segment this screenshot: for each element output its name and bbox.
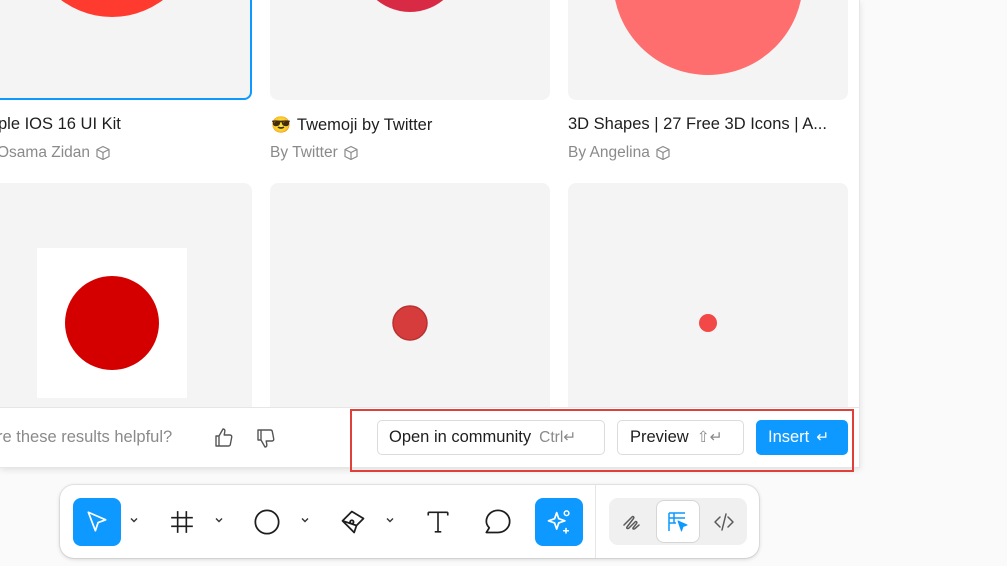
card-title[interactable]: ple IOS 16 UI Kit [0, 115, 121, 134]
dev-mode-button[interactable] [703, 501, 745, 542]
design-mode-button[interactable] [657, 501, 699, 542]
move-tool-button[interactable] [73, 498, 121, 546]
sunglasses-emoji-icon: 😎 [271, 117, 291, 134]
search-results-panel: ple IOS 16 UI Kit Osama Zidan 😎 Twemoji … [0, 0, 860, 468]
pen-icon [341, 510, 365, 534]
pen-tool-button[interactable] [329, 498, 377, 546]
card-thumbnail[interactable] [270, 0, 550, 100]
plugin-cube-icon [656, 145, 670, 161]
card-author[interactable]: Osama Zidan [0, 144, 111, 162]
card-thumbnail[interactable] [568, 0, 848, 100]
dev-mode-icon [714, 512, 734, 531]
chevron-down-icon[interactable] [300, 515, 310, 525]
plugin-cube-icon [344, 145, 358, 161]
highlight-annotation [350, 409, 854, 472]
author-name: Osama Zidan [0, 144, 91, 161]
circle-preview [699, 314, 717, 332]
design-mode-icon [668, 511, 688, 531]
comment-icon [485, 509, 511, 534]
circle-preview [61, 0, 163, 17]
comment-tool-button[interactable] [474, 498, 522, 546]
result-card-red-circle-medium[interactable] [270, 183, 550, 423]
draw-mode-icon [623, 515, 640, 530]
circle-preview [615, 0, 801, 75]
card-title[interactable]: 😎 Twemoji by Twitter [271, 115, 432, 135]
text-icon [427, 511, 449, 533]
image-preview [37, 248, 187, 398]
thumbs-down-icon[interactable] [254, 426, 278, 450]
ai-tool-button[interactable] [535, 498, 583, 546]
card-title[interactable]: 3D Shapes | 27 Free 3D Icons | A... [568, 115, 827, 134]
card-thumbnail[interactable] [0, 0, 252, 100]
chevron-down-icon[interactable] [385, 515, 395, 525]
mode-switcher [609, 498, 747, 545]
chevron-down-icon[interactable] [214, 515, 224, 525]
toolbar-divider [595, 485, 596, 558]
move-icon [87, 511, 107, 532]
plugin-cube-icon [96, 145, 110, 161]
circle-preview [392, 305, 428, 341]
result-card-red-circle-large[interactable] [0, 183, 252, 423]
result-card-red-circle-small[interactable] [568, 183, 848, 423]
thumbs-up-icon[interactable] [212, 426, 236, 450]
feedback-prompt: re these results helpful? [0, 428, 173, 446]
card-author[interactable]: By Twitter [270, 144, 359, 162]
chevron-down-icon[interactable] [129, 515, 139, 525]
author-name: By Twitter [270, 144, 338, 161]
circle-preview [65, 276, 159, 370]
ai-sparkle-icon [547, 510, 570, 534]
frame-icon [171, 511, 193, 533]
author-name: By Angelina [568, 144, 650, 161]
frame-tool-button[interactable] [158, 498, 206, 546]
circle-preview [376, 0, 444, 12]
bottom-toolbar [60, 485, 759, 558]
card-author[interactable]: By Angelina [568, 144, 671, 162]
text-tool-button[interactable] [414, 498, 462, 546]
ellipse-icon [254, 509, 280, 535]
draw-mode-button[interactable] [611, 501, 653, 542]
shape-tool-button[interactable] [243, 498, 291, 546]
